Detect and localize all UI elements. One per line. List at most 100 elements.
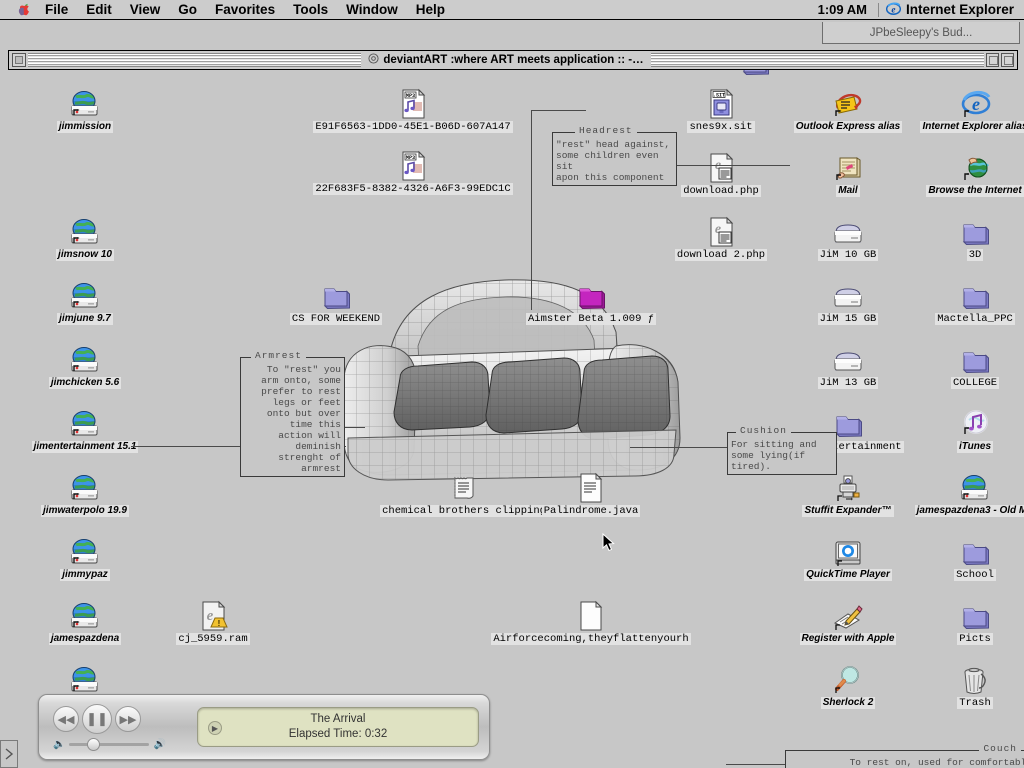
- clipping-document-icon: [447, 470, 481, 504]
- desktop-icon-label: snes9x.sit: [687, 121, 755, 133]
- desktop-icon-label: COLLEGE: [950, 377, 1000, 389]
- desktop-icon-chemical-brothers-clipping[interactable]: chemical brothers clipping: [380, 470, 548, 517]
- itunes-volume-slider[interactable]: 🔈 🔊: [53, 738, 189, 751]
- desktop-icon-jim-13-gb[interactable]: JiM 13 GB: [793, 342, 903, 389]
- desktop-icon-airforcecoming-theyflattenyourh[interactable]: Airforcecoming,theyflattenyourh: [491, 598, 691, 645]
- menu-favorites[interactable]: Favorites: [206, 0, 284, 19]
- desktop-icon-label: jamespazdena: [48, 633, 122, 645]
- desktop-icon-trash[interactable]: Trash: [920, 662, 1024, 709]
- network-server-icon: [68, 214, 102, 248]
- desktop-icon-label: download 2.php: [674, 249, 768, 261]
- desktop-icon-quicktime-player[interactable]: QuickTime Player: [793, 534, 903, 581]
- speaker-high-icon: 🔊: [153, 739, 166, 750]
- menu-window[interactable]: Window: [337, 0, 407, 19]
- desktop-icon-sherlock-2[interactable]: Sherlock 2: [793, 662, 903, 709]
- arrow-cursor-icon: [602, 533, 615, 552]
- forward-icon[interactable]: ▶▶: [115, 706, 141, 732]
- desktop-icon-stuffit-expander[interactable]: Stuffit Expander™: [793, 470, 903, 517]
- hard-disk-icon: [831, 342, 865, 376]
- desktop-icon-22f683f5-8382-4326-a6f3-99edc1c[interactable]: MP3 22F683F5-8382-4326-A6F3-99EDC1C: [313, 148, 513, 195]
- menu-tools[interactable]: Tools: [284, 0, 337, 19]
- desktop-icon-jimmission[interactable]: jimmission: [30, 86, 140, 133]
- desktop-icon-jimentertainment-15-1[interactable]: jimentertainment 15.1: [30, 406, 140, 453]
- internet-explorer-icon: e: [958, 86, 992, 120]
- folder-blue-icon: [958, 214, 992, 248]
- desktop-icon-e91f6563-1dd0-45e1-b06d-607a147[interactable]: MP3 E91F6563-1DD0-45E1-B06D-607A147: [313, 86, 513, 133]
- desktop-icon-download-php[interactable]: e download.php: [666, 150, 776, 197]
- desktop-icon-outlook-express-alias[interactable]: Outlook Express alias: [793, 86, 903, 133]
- desktop-icon-cj-5959-ram[interactable]: e ! cj_5959.ram: [158, 598, 268, 645]
- itunes-mini-player[interactable]: ◀◀ ❚❚ ▶▶ 🔈 🔊 ▶ The Arrival Elapsed Time:…: [38, 694, 490, 760]
- menu-view[interactable]: View: [121, 0, 170, 19]
- desktop-icon-label: Register with Apple: [799, 633, 897, 645]
- leader-line-headrest-top: [531, 110, 586, 111]
- desktop-icon-3d[interactable]: 3D: [920, 214, 1024, 261]
- desktop-icon-jimjune-9-7[interactable]: jimjune 9.7: [30, 278, 140, 325]
- desktop-icon-mail[interactable]: Mail: [793, 150, 903, 197]
- folder-blue-icon: [958, 534, 992, 568]
- hard-disk-icon: [831, 214, 865, 248]
- desktop-icon-download-2-php[interactable]: e download 2.php: [666, 214, 776, 261]
- desktop-icon-jim-10-gb[interactable]: JiM 10 GB: [793, 214, 903, 261]
- annotation-cushion-body: For sitting and some lying(if tired).: [731, 439, 817, 472]
- desktop-icon-label: Sherlock 2: [820, 697, 876, 709]
- network-server-icon: [68, 342, 102, 376]
- menubar-clock[interactable]: 1:09 AM: [810, 2, 875, 17]
- desktop-icon-internet-explorer-alias[interactable]: e Internet Explorer alias: [920, 86, 1024, 133]
- desktop-icon-jamespazdena3-old-mo[interactable]: jamespazdena3 - Old Mo: [914, 470, 1024, 517]
- desktop-icon-snes9x-sit[interactable]: .SIT snes9x.sit: [666, 86, 776, 133]
- desktop-icon-label: JiM 13 GB: [817, 377, 879, 389]
- window-zoom-button[interactable]: [986, 53, 999, 67]
- rewind-icon[interactable]: ◀◀: [53, 706, 79, 732]
- desktop-icon-jamespazdena[interactable]: jamespazdena: [30, 598, 140, 645]
- apple-logo-icon[interactable]: [14, 2, 36, 18]
- desktop-icon-palindrome-java[interactable]: Palindrome.java: [536, 470, 646, 517]
- itunes-transport-buttons: ◀◀ ❚❚ ▶▶: [53, 704, 189, 734]
- control-strip-tab[interactable]: [0, 740, 18, 768]
- stuffit-expander-icon: [831, 470, 865, 504]
- window-collapse-button[interactable]: [1001, 53, 1014, 67]
- mp3-document-icon: MP3: [396, 86, 430, 120]
- volume-track[interactable]: [69, 738, 150, 751]
- annotation-couch-body: To rest on, used for comfortable sitting…: [849, 757, 1024, 768]
- desktop-icon-label: Aimster Beta 1.009 ƒ: [525, 313, 657, 325]
- desktop-icon-label: Internet Explorer alias: [920, 121, 1024, 133]
- desktop-icon-cs-for-weekend[interactable]: CS FOR WEEKEND: [281, 278, 391, 325]
- window-close-button[interactable]: [12, 53, 26, 67]
- menu-file[interactable]: File: [36, 0, 77, 19]
- desktop-background[interactable]: Headrest "rest" head against, some child…: [0, 20, 1024, 768]
- itunes-track-title: The Arrival: [310, 713, 366, 725]
- network-server-icon: [68, 278, 102, 312]
- desktop-icon-label: jimentertainment 15.1: [31, 441, 139, 453]
- desktop-icon-browse-the-internet[interactable]: Browse the Internet: [920, 150, 1024, 197]
- desktop-icon-jimchicken-5-6[interactable]: jimchicken 5.6: [30, 342, 140, 389]
- playpause-icon[interactable]: ❚❚: [82, 704, 112, 734]
- play-indicator-icon[interactable]: ▶: [208, 721, 222, 735]
- itunes-display[interactable]: ▶ The Arrival Elapsed Time: 0:32: [197, 707, 479, 747]
- folder-blue-icon: [319, 278, 353, 312]
- volume-knob[interactable]: [87, 738, 101, 751]
- stuffit-archive-icon: .SIT: [704, 86, 738, 120]
- desktop-icon-jimmypaz[interactable]: jimmypaz: [30, 534, 140, 581]
- blank-document-icon: [574, 598, 608, 632]
- annotation-couch-title: Couch: [979, 743, 1021, 754]
- desktop-icon-itunes[interactable]: iTunes: [920, 406, 1024, 453]
- desktop-icon-jimwaterpolo-19-9[interactable]: jimwaterpolo 19.9: [30, 470, 140, 517]
- menu-edit[interactable]: Edit: [77, 0, 121, 19]
- desktop-icon-jim-15-gb[interactable]: JiM 15 GB: [793, 278, 903, 325]
- desktop-icon-school[interactable]: School: [920, 534, 1024, 581]
- desktop-icon-register-with-apple[interactable]: Register with Apple: [793, 598, 903, 645]
- desktop-icon-aimster-beta-1-009[interactable]: Aimster Beta 1.009 ƒ: [525, 278, 657, 325]
- desktop-icon-picts[interactable]: Picts: [920, 598, 1024, 645]
- app-switcher-label: JPbeSleepy's Bud...: [869, 26, 973, 39]
- app-switcher-tab[interactable]: JPbeSleepy's Bud...: [822, 22, 1020, 44]
- collapsed-window-titlebar[interactable]: deviantART :where ART meets application …: [8, 50, 1018, 70]
- desktop-icon-label: download.php: [681, 185, 761, 197]
- network-server-icon: [68, 598, 102, 632]
- menu-go[interactable]: Go: [169, 0, 206, 19]
- desktop-icon-college[interactable]: COLLEGE: [920, 342, 1024, 389]
- menu-help[interactable]: Help: [407, 0, 454, 19]
- desktop-icon-mactella-ppc[interactable]: Mactella_PPC: [920, 278, 1024, 325]
- desktop-icon-jimsnow-10[interactable]: jimsnow 10: [30, 214, 140, 261]
- application-menu[interactable]: e Internet Explorer: [882, 1, 1024, 19]
